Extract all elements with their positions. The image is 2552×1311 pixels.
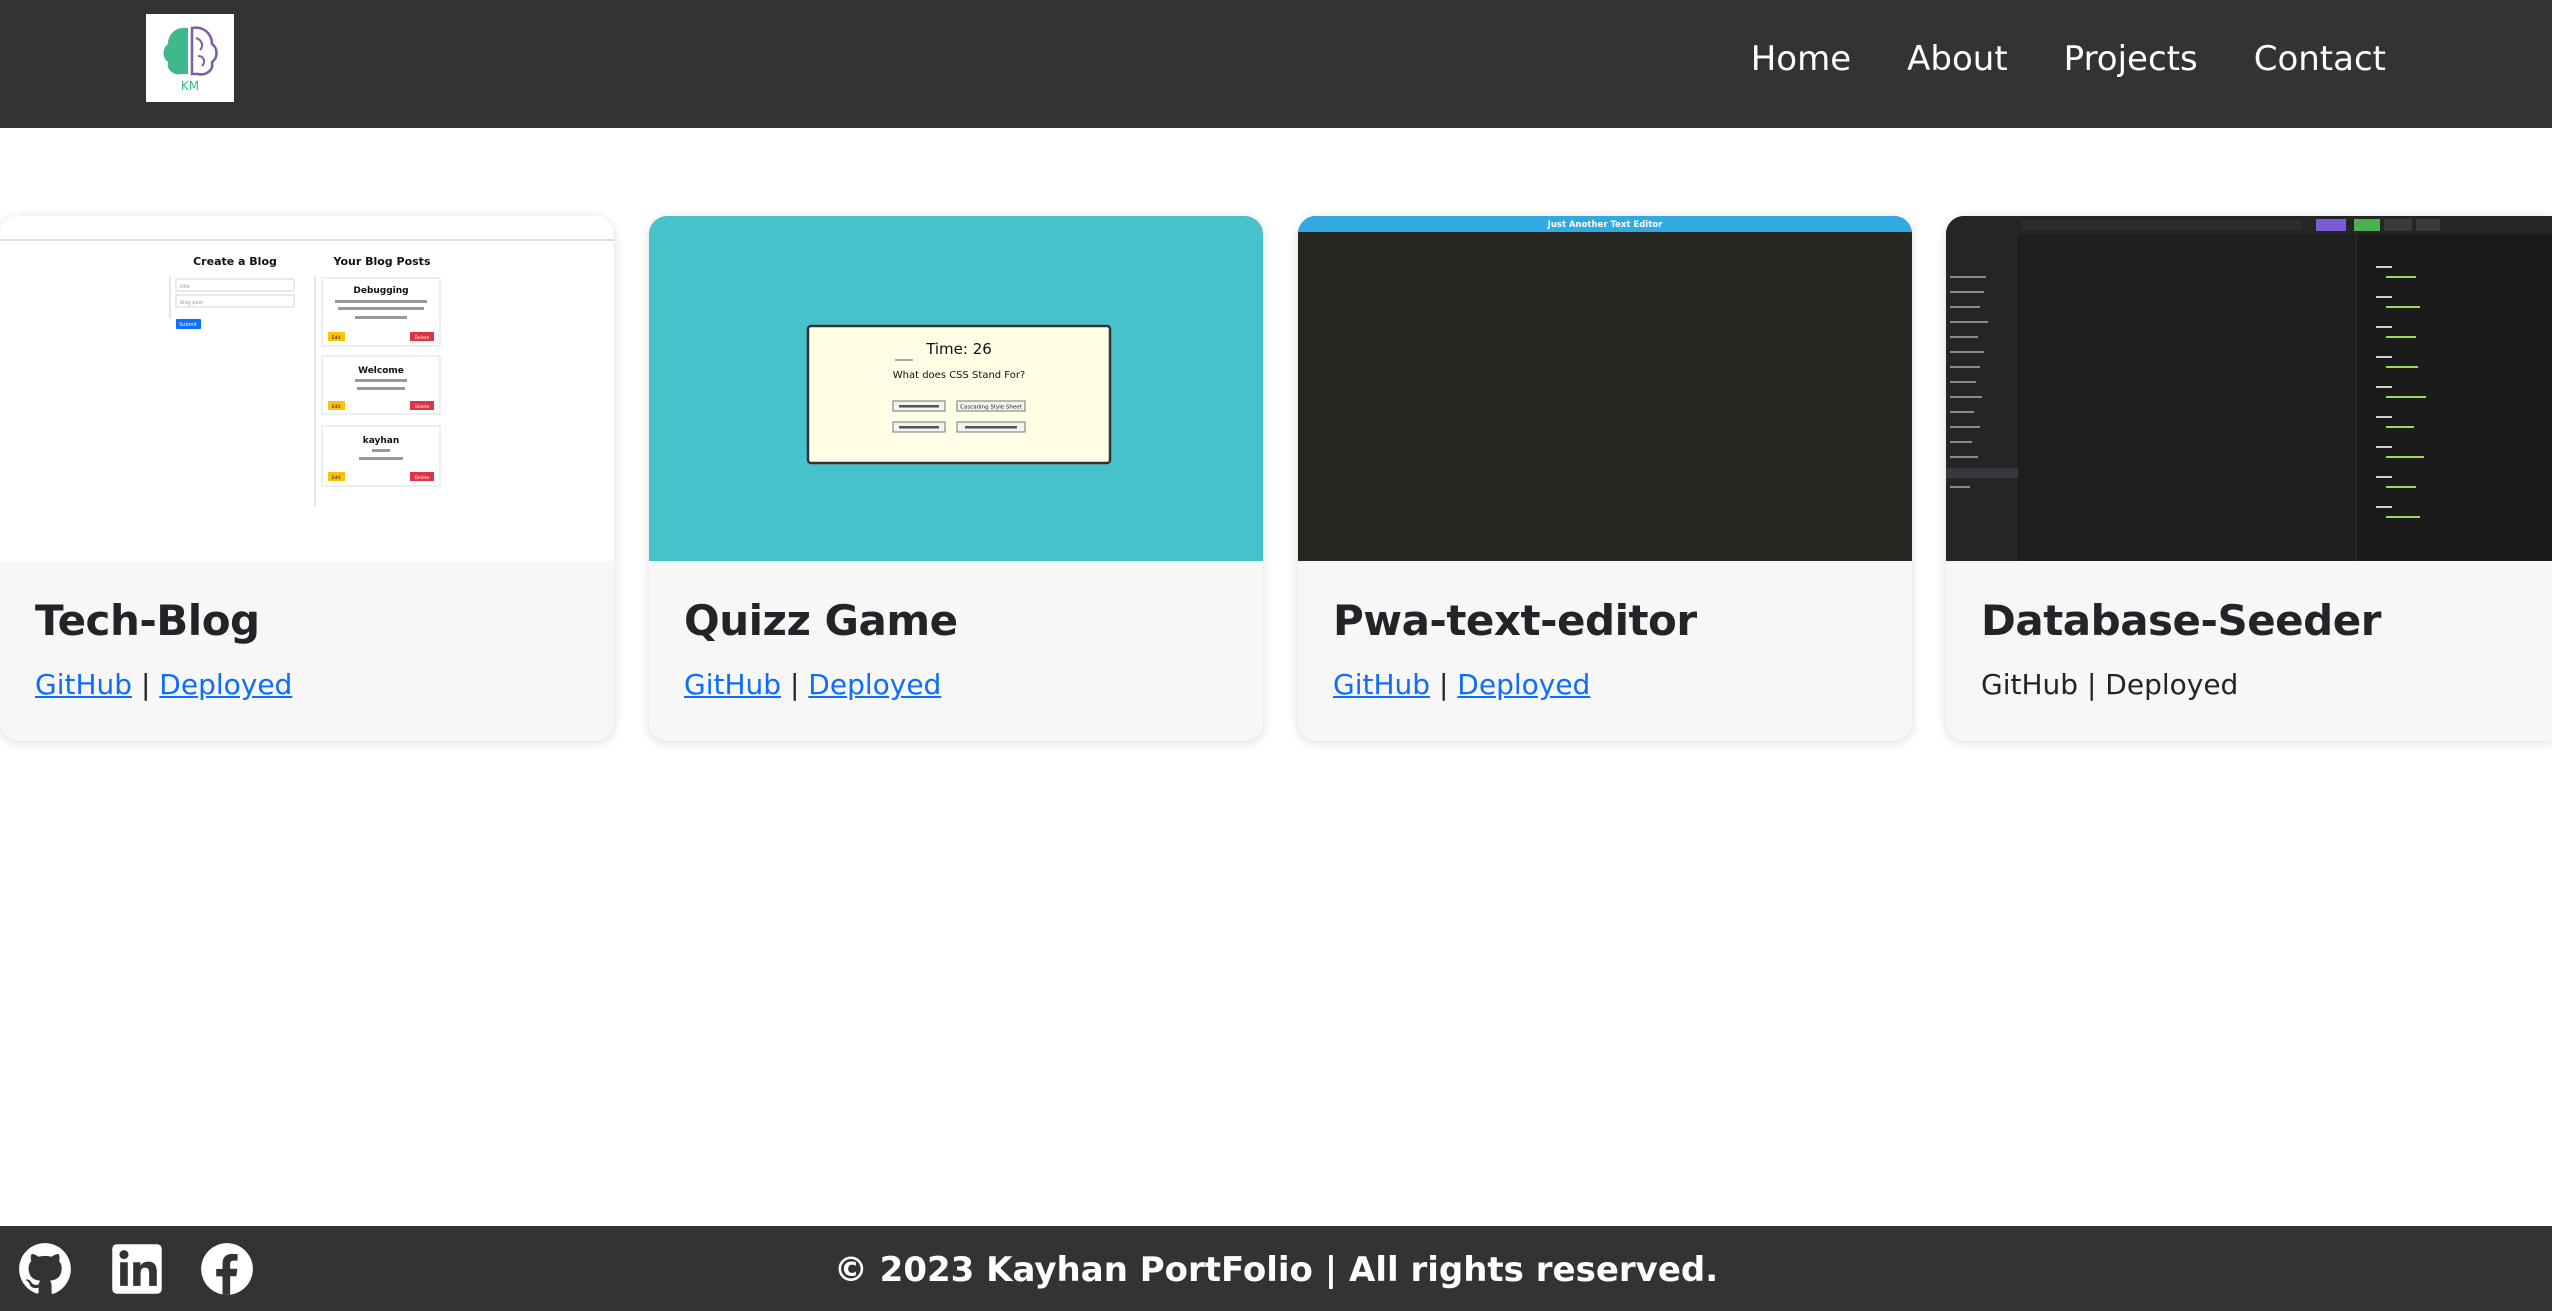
svg-text:Your Blog Posts: Your Blog Posts [333,255,431,268]
svg-text:Edit: Edit [332,475,341,481]
nav-contact[interactable]: Contact [2254,39,2386,79]
project-card-quizz-game: Time: 26 What does CSS Stand For? Cascad… [649,216,1263,741]
svg-text:Delete: Delete [415,335,430,341]
svg-text:title: title [180,284,190,290]
link-separator: | [140,668,160,701]
project-card-pwa-text-editor: Just Another Text Editor Pwa-text-editor… [1298,216,1912,741]
deployed-text[interactable]: Deployed [2105,668,2238,701]
link-separator: | [1438,668,1458,701]
site-footer: © 2023 Kayhan PortFolio | All rights res… [0,1226,2552,1311]
nav-projects[interactable]: Projects [2064,39,2198,79]
deployed-link[interactable]: Deployed [808,668,941,701]
site-header: KM Home About Projects Contact [0,0,2552,128]
svg-text:Time: 26: Time: 26 [925,340,992,358]
project-screenshot[interactable]: Time: 26 What does CSS Stand For? Cascad… [649,216,1263,561]
github-text[interactable]: GitHub [1981,668,2078,701]
svg-text:KM: KM [181,79,199,93]
svg-text:Submit: Submit [179,322,197,328]
project-title: Quizz Game [684,596,958,645]
svg-text:Delete: Delete [415,475,430,481]
api-client-screenshot [1946,216,2552,561]
svg-text:Edit: Edit [332,404,341,410]
github-link[interactable]: GitHub [684,668,781,701]
project-screenshot[interactable]: Create a Blog Your Blog Posts title blog… [0,216,614,561]
deployed-link[interactable]: Deployed [1457,668,1590,701]
project-card-tech-blog: Create a Blog Your Blog Posts title blog… [0,216,614,741]
svg-text:Edit: Edit [332,335,341,341]
quiz-screenshot: Time: 26 What does CSS Stand For? Cascad… [649,216,1263,561]
link-separator: | [789,668,809,701]
project-screenshot[interactable]: Just Another Text Editor [1298,216,1912,561]
github-link[interactable]: GitHub [1333,668,1430,701]
svg-text:Welcome: Welcome [358,366,404,376]
github-icon[interactable] [18,1242,72,1296]
project-links: GitHub | Deployed [684,668,941,701]
project-title: Tech-Blog [35,596,260,645]
nav-about[interactable]: About [1907,39,2008,79]
linkedin-icon[interactable] [110,1242,164,1296]
facebook-icon[interactable] [200,1242,254,1296]
project-links: GitHub | Deployed [1333,668,1590,701]
svg-text:blog post: blog post [180,300,203,306]
project-card-database-seeder: Database-Seeder GitHub | Deployed [1946,216,2552,741]
project-title: Pwa-text-editor [1333,596,1697,645]
svg-text:kayhan: kayhan [363,436,400,446]
svg-text:Just Another Text Editor: Just Another Text Editor [1547,220,1663,230]
project-links: GitHub | Deployed [35,668,292,701]
project-links: GitHub | Deployed [1981,668,2238,701]
copyright-text: © 2023 Kayhan PortFolio | All rights res… [833,1250,1719,1290]
svg-text:What does CSS Stand For?: What does CSS Stand For? [893,370,1026,381]
link-separator: | [2086,668,2106,701]
project-screenshot[interactable] [1946,216,2552,561]
svg-text:Debugging: Debugging [353,286,408,296]
nav-home[interactable]: Home [1751,39,1851,79]
deployed-link[interactable]: Deployed [159,668,292,701]
main-nav: Home About Projects Contact [1751,0,2386,118]
site-logo[interactable]: KM [146,14,234,102]
svg-text:Delete: Delete [415,404,430,410]
brain-logo-icon: KM [163,26,218,93]
svg-text:Create a Blog: Create a Blog [193,255,277,268]
tech-blog-screenshot: Create a Blog Your Blog Posts title blog… [0,216,614,561]
project-title: Database-Seeder [1981,596,2381,645]
svg-text:Cascading Style Sheet: Cascading Style Sheet [960,405,1023,411]
text-editor-screenshot: Just Another Text Editor [1298,216,1912,561]
github-link[interactable]: GitHub [35,668,132,701]
